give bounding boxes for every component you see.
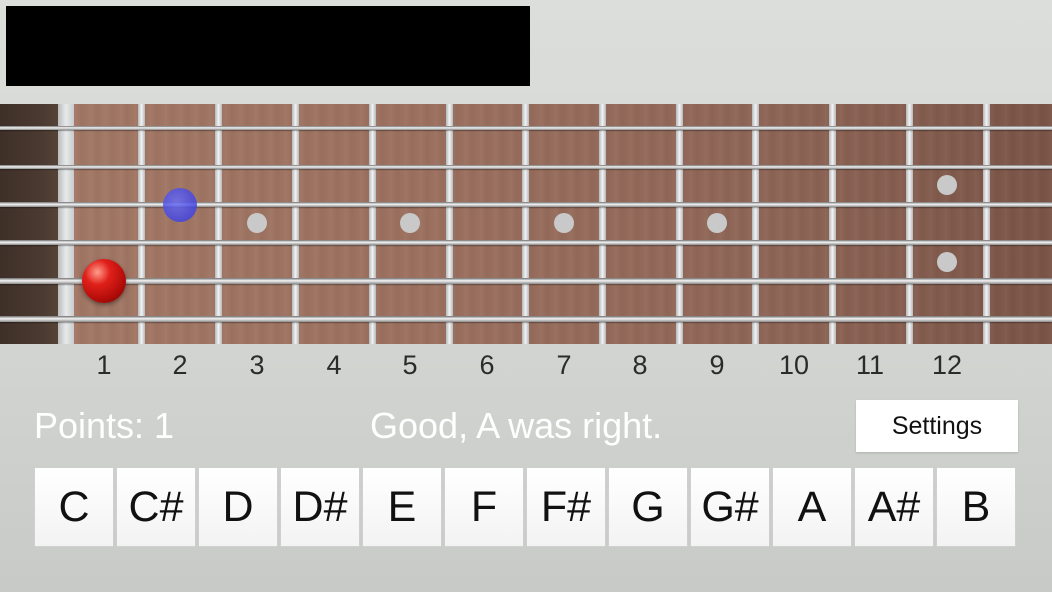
fret-wire bbox=[138, 104, 145, 344]
fret-number: 8 bbox=[632, 350, 648, 380]
fret-wire bbox=[215, 104, 222, 344]
target-note-ball bbox=[82, 259, 126, 303]
ad-banner[interactable] bbox=[6, 6, 530, 86]
fret-inlay-dot bbox=[400, 213, 420, 233]
fret-number: 3 bbox=[249, 350, 265, 380]
note-button-c[interactable]: C bbox=[34, 467, 114, 547]
fret-number: 2 bbox=[172, 350, 188, 380]
nut bbox=[58, 104, 74, 344]
fret-wire bbox=[829, 104, 836, 344]
fret-number: 12 bbox=[931, 350, 963, 380]
fret-wire bbox=[522, 104, 529, 344]
points-label: Points: 1 bbox=[34, 405, 175, 446]
guitar-string bbox=[0, 165, 1052, 169]
settings-button[interactable]: Settings bbox=[856, 400, 1018, 452]
fret-inlay-dot bbox=[247, 213, 267, 233]
note-button-f-sharp[interactable]: F# bbox=[526, 467, 606, 547]
note-button-d-sharp[interactable]: D# bbox=[280, 467, 360, 547]
fret-wire bbox=[599, 104, 606, 344]
fret-inlay-dot bbox=[937, 252, 957, 272]
note-button-c-sharp[interactable]: C# bbox=[116, 467, 196, 547]
fret-wire bbox=[752, 104, 759, 344]
fret-number: 9 bbox=[709, 350, 725, 380]
fret-inlay-dot bbox=[707, 213, 727, 233]
fret-number: 10 bbox=[778, 350, 810, 380]
fret-number: 6 bbox=[479, 350, 495, 380]
note-button-d[interactable]: D bbox=[198, 467, 278, 547]
fret-wire bbox=[906, 104, 913, 344]
note-button-b[interactable]: B bbox=[936, 467, 1016, 547]
guitar-string bbox=[0, 202, 1052, 207]
fret-inlay-dot bbox=[554, 213, 574, 233]
guitar-string bbox=[0, 278, 1052, 284]
note-button-e[interactable]: E bbox=[362, 467, 442, 547]
fret-wire bbox=[983, 104, 990, 344]
fret-wire bbox=[446, 104, 453, 344]
fret-number: 11 bbox=[855, 350, 885, 380]
fret-wire bbox=[292, 104, 299, 344]
note-button-g[interactable]: G bbox=[608, 467, 688, 547]
fret-number: 7 bbox=[556, 350, 572, 380]
guitar-string bbox=[0, 316, 1052, 322]
note-button-f[interactable]: F bbox=[444, 467, 524, 547]
note-button-g-sharp[interactable]: G# bbox=[690, 467, 770, 547]
note-button-a-sharp[interactable]: A# bbox=[854, 467, 934, 547]
fret-inlay-dot bbox=[937, 175, 957, 195]
highlight-dot bbox=[163, 188, 197, 222]
fret-number: 1 bbox=[96, 350, 112, 380]
fret-number: 5 bbox=[402, 350, 418, 380]
guitar-string bbox=[0, 126, 1052, 130]
fret-wire bbox=[676, 104, 683, 344]
guitar-string bbox=[0, 240, 1052, 245]
fretboard[interactable] bbox=[0, 104, 1052, 344]
note-button-a[interactable]: A bbox=[772, 467, 852, 547]
fret-wire bbox=[369, 104, 376, 344]
feedback-message: Good, A was right. bbox=[370, 405, 663, 446]
headstock bbox=[0, 104, 60, 344]
fret-number: 4 bbox=[326, 350, 342, 380]
